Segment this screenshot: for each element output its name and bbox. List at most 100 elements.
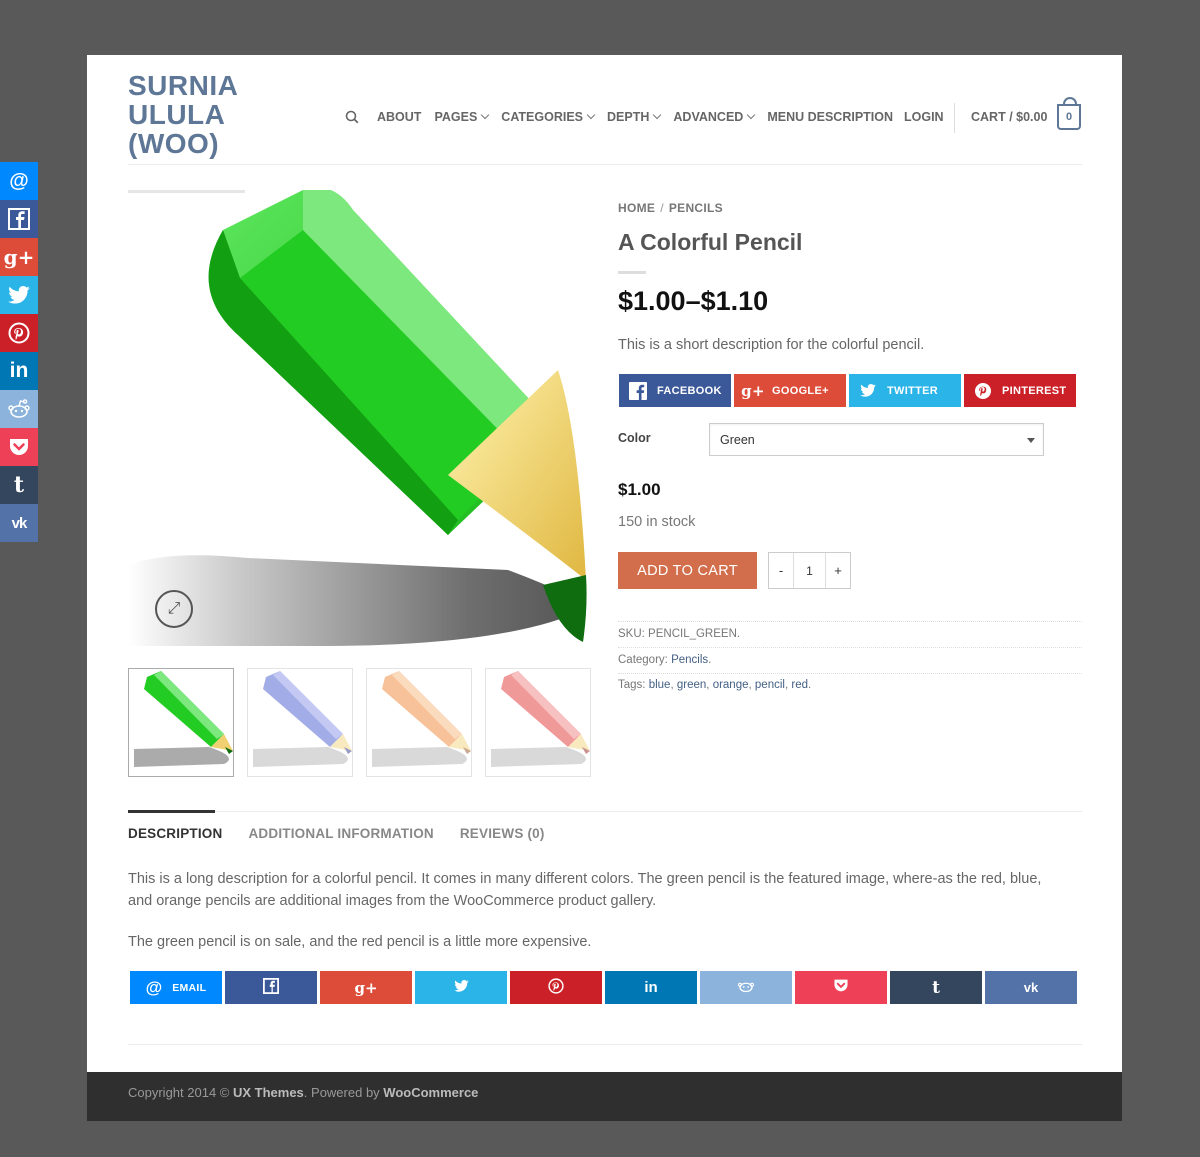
share-label: PINTEREST bbox=[1002, 384, 1067, 397]
login-link[interactable]: LOGIN bbox=[904, 110, 944, 124]
share-pinterest-button[interactable]: PINTEREST bbox=[964, 374, 1076, 407]
nav-label: PAGES bbox=[434, 110, 478, 124]
footer: Copyright 2014 © UX Themes. Powered by W… bbox=[87, 1072, 1122, 1121]
title-divider bbox=[618, 271, 646, 274]
google-plus-icon[interactable]: g+ bbox=[0, 238, 38, 276]
facebook-icon bbox=[263, 977, 279, 998]
share-twitter-button[interactable]: TWITTER bbox=[849, 374, 961, 407]
tabs-divider bbox=[128, 811, 1082, 812]
share-pocket-button[interactable] bbox=[795, 971, 887, 1004]
category-punct: . bbox=[708, 654, 712, 666]
linkedin-icon[interactable]: in bbox=[0, 352, 38, 390]
tag-sep: , bbox=[784, 679, 789, 691]
add-to-cart-button[interactable]: ADD TO CART bbox=[618, 552, 757, 589]
vk-icon[interactable]: vk bbox=[0, 504, 38, 542]
share-email-button[interactable]: @ EMAIL bbox=[130, 971, 222, 1004]
quantity-input[interactable]: 1 bbox=[793, 553, 826, 588]
tab-reviews[interactable]: REVIEWS (0) bbox=[460, 826, 545, 841]
tag-link[interactable]: blue bbox=[649, 679, 671, 691]
email-icon[interactable]: @ bbox=[0, 162, 38, 200]
twitter-icon[interactable] bbox=[0, 276, 38, 314]
gallery-thumbnails bbox=[128, 668, 591, 777]
tag-link[interactable]: red bbox=[791, 679, 808, 691]
google-plus-icon: g+ bbox=[741, 381, 765, 400]
variation-price: $1.00 bbox=[618, 480, 661, 499]
nav-item-categories[interactable]: CATEGORIES bbox=[501, 110, 596, 124]
footer-ux-themes-link[interactable]: UX Themes bbox=[233, 1085, 304, 1100]
pocket-icon[interactable] bbox=[0, 428, 38, 466]
tab-additional-information[interactable]: ADDITIONAL INFORMATION bbox=[248, 826, 433, 841]
chevron-down-icon bbox=[747, 110, 756, 120]
pinterest-icon[interactable] bbox=[0, 314, 38, 352]
share-facebook-button[interactable] bbox=[225, 971, 317, 1004]
cart-bag-icon[interactable]: 0 bbox=[1057, 97, 1081, 130]
nav-item-advanced[interactable]: ADVANCED bbox=[673, 110, 756, 124]
share-pinterest-button[interactable] bbox=[510, 971, 602, 1004]
nav-item-depth[interactable]: DEPTH bbox=[607, 110, 662, 124]
tumblr-icon[interactable]: t bbox=[0, 466, 38, 504]
color-select-value: Green bbox=[720, 433, 755, 447]
product-main-image[interactable] bbox=[128, 190, 590, 646]
twitter-icon bbox=[453, 979, 469, 996]
share-google-button[interactable]: g+ bbox=[320, 971, 412, 1004]
share-reddit-button[interactable] bbox=[700, 971, 792, 1004]
thumbnail-orange[interactable] bbox=[366, 668, 472, 777]
tumblr-icon: t bbox=[932, 977, 940, 998]
footer-powered-by: . Powered by bbox=[303, 1085, 380, 1100]
tag-link[interactable]: green bbox=[677, 679, 706, 691]
tag-sep: , bbox=[748, 679, 752, 691]
share-tumblr-button[interactable]: t bbox=[890, 971, 982, 1004]
reddit-icon[interactable] bbox=[0, 390, 38, 428]
footer-woocommerce-link[interactable]: WooCommerce bbox=[383, 1085, 478, 1100]
breadcrumb-home[interactable]: HOME bbox=[618, 201, 655, 215]
quantity-minus-button[interactable]: - bbox=[769, 553, 793, 588]
nav-label: DEPTH bbox=[607, 110, 650, 124]
share-google-button[interactable]: g+ GOOGLE+ bbox=[734, 374, 846, 407]
thumbnail-green[interactable] bbox=[128, 668, 234, 777]
footer-copyright: Copyright 2014 © bbox=[128, 1085, 230, 1100]
product-category: Category: Pencils. bbox=[618, 654, 711, 666]
share-label: TWITTER bbox=[887, 384, 938, 397]
twitter-icon bbox=[859, 382, 877, 400]
nav-label: ADVANCED bbox=[673, 110, 744, 124]
cart-count: 0 bbox=[1065, 111, 1073, 123]
product-sku: SKU: PENCIL_GREEN. bbox=[618, 628, 740, 640]
site-logo[interactable]: SURNIA ULULA (WOO) bbox=[128, 71, 268, 158]
share-label: GOOGLE+ bbox=[772, 384, 829, 397]
short-description: This is a short description for the colo… bbox=[618, 337, 925, 353]
sku-value: PENCIL_GREEN. bbox=[648, 628, 741, 640]
nav-item-about[interactable]: ABOUT bbox=[377, 110, 421, 124]
share-facebook-button[interactable]: FACEBOOK bbox=[619, 374, 731, 407]
linkedin-icon: in bbox=[644, 979, 658, 996]
tag-link[interactable]: orange bbox=[713, 679, 749, 691]
color-select[interactable]: Green bbox=[709, 423, 1044, 456]
logo-line: (WOO) bbox=[128, 128, 220, 159]
cart-link[interactable]: CART / $0.00 bbox=[971, 110, 1047, 124]
search-icon[interactable] bbox=[345, 110, 359, 124]
logo-line: ULULA bbox=[128, 99, 226, 130]
main-nav: ABOUT PAGES CATEGORIES DEPTH ADVANCED ME… bbox=[345, 110, 906, 124]
tab-description[interactable]: DESCRIPTION bbox=[128, 826, 222, 841]
zoom-expand-icon[interactable]: ⤢ bbox=[155, 590, 193, 628]
breadcrumb-category[interactable]: PENCILS bbox=[669, 201, 723, 215]
share-twitter-button[interactable] bbox=[415, 971, 507, 1004]
nav-item-menu-description[interactable]: MENU DESCRIPTION bbox=[767, 110, 893, 124]
gallery-top-line bbox=[128, 190, 245, 193]
long-description-paragraph: This is a long description for a colorfu… bbox=[128, 871, 1042, 909]
quantity-plus-button[interactable]: + bbox=[826, 553, 850, 588]
thumbnail-blue[interactable] bbox=[247, 668, 353, 777]
facebook-icon[interactable] bbox=[0, 200, 38, 238]
meta-divider bbox=[618, 673, 1082, 674]
tag-link[interactable]: pencil bbox=[755, 679, 785, 691]
share-vk-button[interactable]: vk bbox=[985, 971, 1077, 1004]
nav-item-pages[interactable]: PAGES bbox=[434, 110, 490, 124]
category-link[interactable]: Pencils bbox=[671, 654, 708, 666]
share-buttons: FACEBOOK g+ GOOGLE+ TWITTER PINTEREST bbox=[619, 374, 1076, 407]
share-linkedin-button[interactable]: in bbox=[605, 971, 697, 1004]
floating-share-bar: @ g+ in t vk bbox=[0, 162, 38, 542]
share-label: FACEBOOK bbox=[657, 384, 722, 397]
product-tags: Tags: blue, green, orange, pencil, red. bbox=[618, 679, 811, 691]
tag-sep: , bbox=[670, 679, 674, 691]
chevron-down-icon bbox=[481, 110, 490, 120]
thumbnail-red[interactable] bbox=[485, 668, 591, 777]
